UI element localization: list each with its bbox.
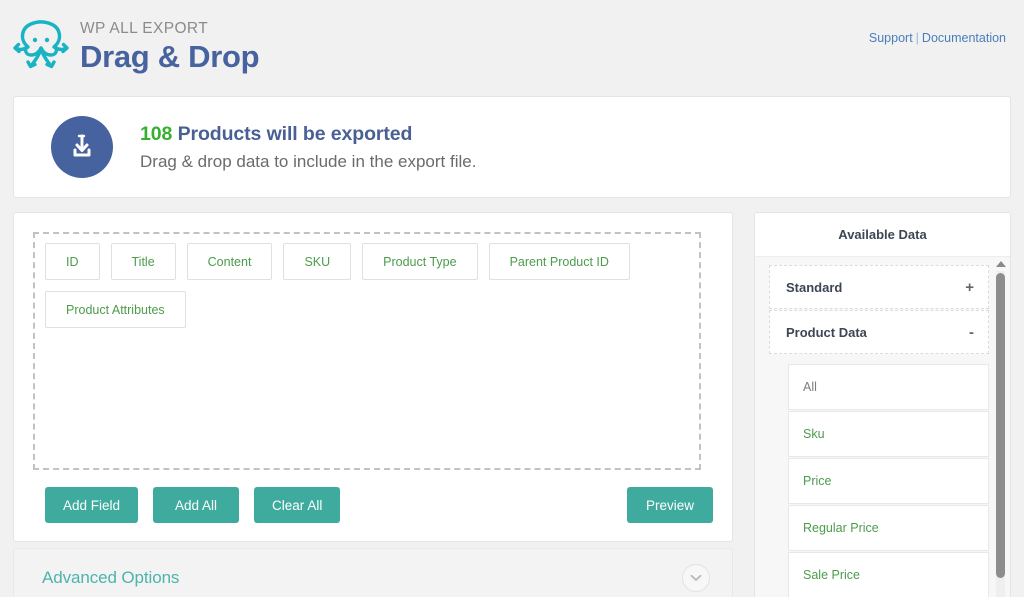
notice-title-rest: Products will be exported	[172, 123, 413, 146]
advanced-options-label: Advanced Options	[42, 568, 180, 587]
octopus-eye-right-icon	[44, 37, 50, 43]
data-item[interactable]: All	[788, 364, 989, 410]
notice-text: 108 Products will be exported Drag & dro…	[140, 122, 476, 172]
link-separator: |	[915, 31, 919, 45]
section-expand-icon[interactable]: +	[965, 279, 974, 296]
add-all-button[interactable]: Add All	[153, 487, 240, 523]
add-field-button[interactable]: Add Field	[45, 487, 139, 523]
header-links: Support | Documentation	[869, 31, 1006, 45]
brand-kicker: WP ALL EXPORT	[80, 20, 209, 37]
field-chip[interactable]: ID	[45, 243, 100, 280]
data-item[interactable]: Regular Price	[788, 505, 989, 551]
octopus-logo-icon	[13, 20, 69, 69]
field-dropzone[interactable]: ID Title Content SKU Product Type Parent Prod…	[33, 232, 701, 470]
field-chip[interactable]: SKU	[283, 243, 352, 280]
data-section-label: Product Data	[786, 324, 867, 340]
composer-button-row: Add Field Add All Clear All Preview	[45, 487, 713, 523]
brand-text: WP ALL EXPORT Drag & Drop	[80, 14, 260, 74]
data-section-label: Standard	[786, 279, 843, 295]
export-notice-banner: 108 Products will be exported Drag & dro…	[13, 96, 1011, 198]
data-section-header[interactable]: Product Data -	[769, 310, 989, 354]
scrollbar-thumb[interactable]	[996, 273, 1005, 578]
support-link[interactable]: Support	[869, 31, 913, 45]
data-item[interactable]: Sku	[788, 411, 989, 457]
section-collapse-icon[interactable]: -	[969, 324, 974, 341]
available-data-panel: Available Data Standard + Product Data - All…	[754, 212, 1011, 597]
advanced-options-section[interactable]: Advanced Options	[13, 548, 733, 597]
notice-subtitle: Drag & drop data to include in the expor…	[140, 151, 477, 171]
field-chip[interactable]: Product Type	[362, 243, 478, 280]
data-item[interactable]: Sale Price	[788, 552, 989, 597]
documentation-link[interactable]: Documentation	[922, 31, 1006, 45]
data-section-header[interactable]: Standard +	[769, 265, 989, 309]
available-data-sections: Standard + Product Data - All Sku Price Regular…	[769, 265, 989, 597]
available-data-body: Standard + Product Data - All Sku Price Regular…	[755, 257, 1010, 597]
field-chip[interactable]: Parent Product ID	[488, 243, 630, 280]
data-item-list: All Sku Price Regular Price Sale Price	[769, 355, 989, 597]
export-composer-card: ID Title Content SKU Product Type Parent Prod…	[13, 212, 733, 542]
field-chip[interactable]: Content	[186, 243, 273, 280]
scroll-up-arrow-icon[interactable]	[995, 261, 1006, 267]
download-tray-icon	[51, 116, 113, 178]
octopus-eye-left-icon	[32, 37, 38, 43]
field-chip[interactable]: Title	[110, 243, 176, 280]
available-data-title: Available Data	[755, 213, 1010, 257]
sidebar-scrollbar[interactable]	[994, 261, 1007, 597]
preview-button[interactable]: Preview	[627, 487, 713, 523]
data-item[interactable]: Price	[788, 458, 989, 504]
chevron-down-icon[interactable]	[682, 564, 710, 592]
clear-all-button[interactable]: Clear All	[254, 487, 341, 523]
notice-title: 108 Products will be exported	[140, 122, 476, 146]
page-title: Drag & Drop	[80, 38, 260, 74]
export-count: 108	[140, 123, 173, 146]
page-header: WP ALL EXPORT Drag & Drop Support | Docume…	[0, 0, 1024, 88]
field-chip[interactable]: Product Attributes	[45, 291, 186, 328]
